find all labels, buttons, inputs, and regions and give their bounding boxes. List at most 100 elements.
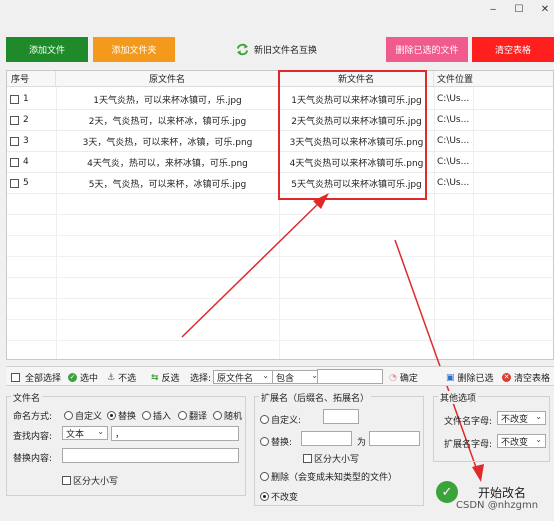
filename-case-checkbox[interactable]: 区分大小写	[62, 474, 118, 487]
filename-letter-case-dropdown[interactable]: 不改变 ⌄	[497, 411, 546, 425]
filename-group-legend: 文件名	[11, 391, 43, 404]
header-index[interactable]: 序号	[7, 71, 56, 86]
maximize-button[interactable]: ☐	[512, 4, 526, 16]
ext-case-box[interactable]	[303, 454, 312, 463]
delete-checked-label: 删除已选	[457, 374, 494, 384]
ext-replace-radio[interactable]: 替换:	[260, 435, 292, 448]
mode-custom-radio[interactable]: 自定义	[64, 409, 102, 422]
ext-replace-to-input[interactable]	[369, 431, 420, 446]
swap-names-button[interactable]: 新旧文件名互换	[236, 40, 317, 58]
row-checkbox[interactable]	[10, 94, 19, 104]
select-field-value: 原文件名	[217, 373, 254, 384]
mode-custom-dot[interactable]	[64, 411, 73, 420]
chevron-down-icon: ⌄	[535, 435, 542, 444]
header-location[interactable]: 文件位置	[434, 71, 553, 86]
ext-replace-dot[interactable]	[260, 437, 269, 446]
row-checkbox[interactable]	[10, 115, 19, 125]
uncheck-label: 不选	[118, 374, 137, 384]
ext-case-checkbox[interactable]: 区分大小写	[303, 452, 359, 465]
mode-insert-dot[interactable]	[142, 411, 151, 420]
delete-icon: ▣	[446, 372, 455, 383]
naming-mode-label: 命名方式:	[13, 412, 53, 422]
select-field-dropdown[interactable]: 原文件名 ⌄	[213, 370, 273, 384]
row-checkbox[interactable]	[10, 136, 19, 146]
ext-letter-case-value: 不改变	[501, 437, 529, 448]
swap-names-label: 新旧文件名互换	[254, 45, 318, 56]
mode-translate-dot[interactable]	[178, 411, 187, 420]
chevron-down-icon: ⌄	[262, 371, 269, 380]
filename-letter-case-label: 文件名字母:	[444, 417, 493, 427]
mode-random-radio[interactable]: 随机	[213, 409, 242, 422]
invert-icon: ⇆	[151, 372, 159, 383]
chevron-down-icon: ⌄	[97, 427, 104, 436]
mode-replace-radio[interactable]: 替换	[107, 409, 136, 422]
clear-table-small-button[interactable]: ✕ 清空表格	[502, 371, 550, 384]
extension-group-legend: 扩展名（后缀名、拓展名）	[259, 391, 372, 404]
row-location: C:\Us...	[437, 157, 470, 167]
invert-label: 反选	[161, 374, 180, 384]
row-index: 1	[23, 94, 29, 104]
other-options-group: 其他选项 文件名字母: 不改变 ⌄ 扩展名字母: 不改变 ⌄	[433, 391, 550, 462]
confirm-button[interactable]: ◔ 确定	[389, 371, 418, 385]
ext-replace-from-input[interactable]	[301, 431, 352, 446]
header-old-name[interactable]: 原文件名	[56, 71, 279, 86]
row-index-cell[interactable]: 5	[7, 173, 56, 193]
row-old-name: 1天气炎热，可以来杯冰镇可，乐.jpg	[93, 95, 242, 106]
delete-checked-button[interactable]: ▣ 删除已选	[446, 371, 494, 385]
mode-replace-dot[interactable]	[107, 411, 116, 420]
row-index: 4	[23, 157, 29, 167]
row-old-name: 5天，气炎热，可以来杯，冰镇可乐.jpg	[88, 179, 247, 190]
clear-table-small-label: 清空表格	[514, 374, 551, 384]
mode-random-dot[interactable]	[213, 411, 222, 420]
add-file-button[interactable]: 添加文件	[6, 37, 88, 62]
ext-delete-radio[interactable]: 删除（会变成未知类型的文件）	[260, 470, 397, 483]
delete-selected-files-button[interactable]: 删除已选的文件	[386, 37, 468, 62]
mode-insert-radio[interactable]: 插入	[142, 409, 171, 422]
filename-group: 文件名 命名方式: 自定义 替换 插入 翻译 随机 查找内容: 文本 ⌄ ， 替…	[6, 391, 246, 496]
chevron-down-icon: ⌄	[535, 412, 542, 421]
replace-input[interactable]	[62, 448, 239, 463]
select-all-box[interactable]	[11, 373, 20, 382]
check-label: 选中	[80, 374, 99, 384]
ext-custom-radio[interactable]: 自定义:	[260, 413, 301, 426]
row-old-name: 4天气炎，热可以，来杯冰镇，可乐.png	[87, 158, 248, 169]
filename-letter-case-value: 不改变	[501, 414, 529, 425]
row-index-cell[interactable]: 1	[7, 89, 56, 109]
mode-insert-label: 插入	[153, 412, 172, 422]
uncheck-button[interactable]: ⚓ 不选	[107, 371, 137, 385]
mode-translate-radio[interactable]: 翻译	[178, 409, 207, 422]
check-button[interactable]: ✓ 选中	[68, 371, 98, 384]
extension-group: 扩展名（后缀名、拓展名） 自定义: 替换: 为 区分大小写 删除（会变成未知类型…	[254, 391, 424, 506]
ext-replace-label: 替换:	[271, 438, 293, 448]
ext-custom-dot[interactable]	[260, 415, 269, 424]
mode-random-label: 随机	[224, 412, 243, 422]
swap-icon	[236, 43, 249, 55]
minimize-button[interactable]: ‒	[486, 4, 500, 16]
select-mode-dropdown[interactable]: 包含 ⌄	[272, 370, 322, 384]
select-all-checkbox[interactable]: 全部选择	[11, 371, 61, 384]
close-button[interactable]: ✕	[538, 4, 552, 16]
ext-unchanged-dot[interactable]	[260, 492, 269, 501]
find-input[interactable]: ，	[111, 426, 239, 441]
mode-translate-label: 翻译	[189, 412, 208, 422]
row-index-cell[interactable]: 4	[7, 152, 56, 172]
ext-delete-label: 删除（会变成未知类型的文件）	[271, 473, 398, 483]
ext-custom-label: 自定义:	[271, 416, 302, 426]
clear-table-button[interactable]: 清空表格	[472, 37, 554, 62]
select-value-input[interactable]	[317, 369, 383, 384]
ext-letter-case-dropdown[interactable]: 不改变 ⌄	[497, 434, 546, 448]
ext-custom-input[interactable]	[323, 409, 359, 424]
add-folder-button[interactable]: 添加文件夹	[93, 37, 175, 62]
invert-button[interactable]: ⇆ 反选	[151, 371, 180, 385]
anchor-icon: ⚓	[107, 372, 116, 383]
ext-unchanged-radio[interactable]: 不改变	[260, 490, 298, 503]
filename-case-box[interactable]	[62, 476, 71, 485]
row-checkbox[interactable]	[10, 178, 19, 188]
row-checkbox[interactable]	[10, 157, 19, 167]
row-index-cell[interactable]: 3	[7, 131, 56, 151]
ext-delete-dot[interactable]	[260, 472, 269, 481]
row-index-cell[interactable]: 2	[7, 110, 56, 130]
filename-case-label: 区分大小写	[73, 477, 119, 487]
row-location: C:\Us...	[437, 136, 470, 146]
find-type-dropdown[interactable]: 文本 ⌄	[62, 426, 108, 440]
